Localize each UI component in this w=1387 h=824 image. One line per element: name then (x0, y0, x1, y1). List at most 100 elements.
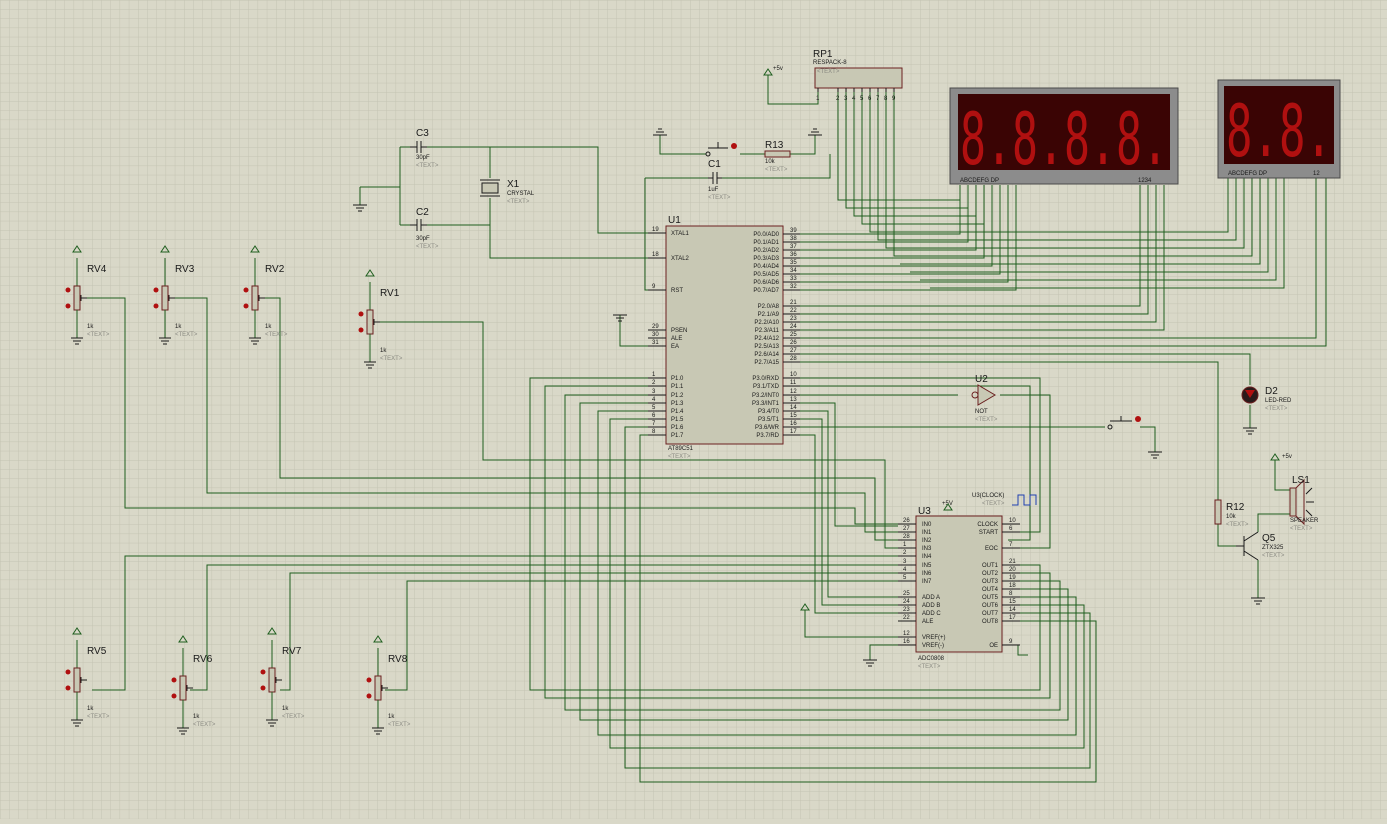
pot-ref: RV6 (193, 654, 213, 665)
u1-pin-name: P3.4/T0 (758, 409, 780, 415)
d2-ref: D2 (1265, 386, 1278, 397)
u3-pin-name: OUT2 (982, 571, 999, 577)
u1-pin-number: 17 (790, 429, 797, 435)
r13-ref: R13 (765, 140, 784, 151)
u1-pin-name: P2.7/A15 (754, 360, 779, 366)
schematic-canvas[interactable]: U1 AT89C51 <TEXT> U3 ADC0808 <TEXT> +5V … (0, 0, 1387, 819)
u3-pin-number: 24 (903, 599, 910, 605)
ls1-ref: LS1 (1292, 475, 1310, 486)
pot-value: 1k (87, 706, 94, 712)
pot-ref: RV1 (380, 288, 400, 299)
u3-pin-number: 18 (1009, 583, 1016, 589)
u2-ref: U2 (975, 374, 988, 385)
u3-pin-name: START (979, 530, 998, 536)
pot-value: 1k (193, 714, 200, 720)
r12-value: 10k (1226, 514, 1237, 520)
u3-pin-name: OUT1 (982, 563, 999, 569)
led-d2[interactable] (1241, 386, 1259, 404)
display4-digits: 8.8.8.8. (960, 97, 1168, 181)
u3-pin-name: ADD B (922, 603, 940, 609)
pot-value: 1k (380, 348, 387, 354)
pot-text: <TEXT> (87, 332, 110, 338)
pot-ref: RV8 (388, 654, 408, 665)
u3-clock-label: U3(CLOCK) (972, 493, 1004, 499)
u1-pin-number: 24 (790, 324, 797, 330)
u1-pin-number: 38 (790, 236, 797, 242)
u1-pin-number: 34 (790, 268, 797, 274)
u1-pin-name: P2.3/A11 (755, 328, 780, 334)
u3-pin-number: 27 (903, 526, 910, 532)
u1-pin-number: 26 (790, 340, 797, 346)
pot-text: <TEXT> (175, 332, 198, 338)
u1-pin-name: P2.1/A9 (758, 312, 780, 318)
u3-pin-name: OUT3 (982, 579, 999, 585)
u3-pin-name: OUT4 (982, 587, 999, 593)
u3-pin-number: 22 (903, 615, 910, 621)
pot-value: 1k (282, 706, 289, 712)
display4-digit-label: 1234 (1138, 178, 1152, 184)
x1-ref: X1 (507, 179, 520, 190)
display2-seg-label: ABCDEFG DP (1228, 171, 1267, 177)
u1-pin-name: P1.5 (671, 417, 684, 423)
ls1-text: <TEXT> (1290, 526, 1313, 532)
u1-pin-name: P0.0/AD0 (753, 232, 779, 238)
u1-pin-number: 27 (790, 348, 797, 354)
u3-pin-number: 21 (1009, 559, 1016, 565)
u1-pin-name: P2.5/A13 (754, 344, 779, 350)
u1-pin-name: P0.5/AD5 (753, 272, 779, 278)
u1-pin-name: P1.2 (671, 393, 684, 399)
u1-pin-name: P3.6/WR (755, 425, 780, 431)
u3-pin-name: CLOCK (977, 522, 998, 528)
u3-pin-number: 26 (903, 518, 910, 524)
u1-pin-name: P1.0 (671, 376, 684, 382)
u1-pin-number: 37 (790, 244, 797, 250)
u3-text: <TEXT> (918, 664, 941, 670)
u1-pin-name: P2.6/A14 (754, 352, 779, 358)
u1-pin-number: 25 (790, 332, 797, 338)
u1-pin-name: P0.4/AD4 (753, 264, 779, 270)
u3-pin-name: OE (989, 643, 998, 649)
c1-ref: C1 (708, 159, 721, 170)
u1-pin-name: P1.6 (671, 425, 684, 431)
u3-pin-name: IN4 (922, 554, 932, 560)
pot-text: <TEXT> (380, 356, 403, 362)
display2-digits: 8.8. (1226, 89, 1332, 173)
c3-text: <TEXT> (416, 163, 439, 169)
u1-pin-number: 30 (652, 332, 659, 338)
pot-value: 1k (87, 324, 94, 330)
u1-pin-name: P2.4/A12 (754, 336, 779, 342)
pot-ref: RV5 (87, 646, 107, 657)
rp1-part: RESPACK-8 (813, 60, 847, 66)
u3-pin-name: ADD C (922, 611, 941, 617)
resistor-r13[interactable] (764, 150, 791, 158)
u1-pin-name: P3.7/RD (756, 433, 779, 439)
d2-value: LED-RED (1265, 398, 1292, 404)
q5-ref: Q5 (1262, 533, 1276, 544)
u3-pin-name: IN6 (922, 571, 932, 577)
u3-pin-name: OUT6 (982, 603, 999, 609)
u1-pin-name: P3.3/INT1 (752, 401, 780, 407)
ls1-value: SPEAKER (1290, 518, 1319, 524)
u3-clock-text: <TEXT> (982, 501, 1005, 507)
pot-value: 1k (265, 324, 272, 330)
u1-pin-number: 18 (652, 252, 659, 258)
u3-pin-number: 25 (903, 591, 910, 597)
u1-pin-name: P1.1 (671, 384, 684, 390)
u1-pin-name: EA (671, 344, 679, 350)
q5-text: <TEXT> (1262, 553, 1285, 559)
u3-pin-name: VREF(-) (922, 643, 944, 649)
pot-text: <TEXT> (282, 714, 305, 720)
u1-pin-name: P0.2/AD2 (753, 248, 779, 254)
q5-value: ZTX325 (1262, 545, 1284, 551)
u3-pin-number: 23 (903, 607, 910, 613)
u1-pin-number: 12 (790, 389, 797, 395)
display2-digit-label: 12 (1313, 171, 1320, 177)
u3-pin-name: IN0 (922, 522, 932, 528)
u1-pin-number: 19 (652, 227, 659, 233)
pot-text: <TEXT> (388, 722, 411, 728)
u3-pin-name: IN7 (922, 579, 932, 585)
resistor-r12[interactable] (1214, 499, 1222, 525)
u3-pin-name: OUT5 (982, 595, 999, 601)
u3-pin-name: ADD A (922, 595, 940, 601)
u3-pin-number: 15 (1009, 599, 1016, 605)
